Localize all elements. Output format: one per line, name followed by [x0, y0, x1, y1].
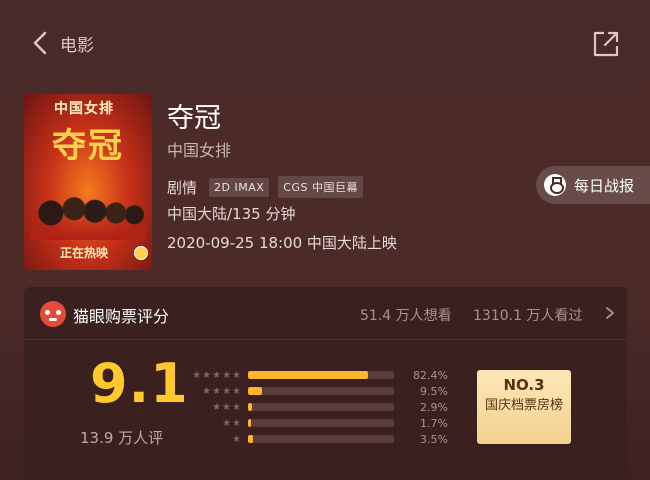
star-level: ★★★ — [212, 401, 242, 413]
distribution-bar — [248, 403, 253, 411]
distribution-bar-track — [248, 371, 394, 379]
rank-label: 国庆档票房榜 — [484, 398, 563, 413]
movie-region-duration: 中国大陆/135 分钟 — [167, 205, 296, 223]
daily-report-label: 每日战报 — [574, 176, 635, 195]
rating-card-title: 猫眼购票评分 — [73, 307, 170, 326]
distribution-percent: 82.4% — [413, 368, 448, 382]
daily-report-button[interactable]: 每日战报 — [536, 166, 650, 204]
distribution-percent: 3.5% — [420, 432, 448, 446]
box-office-rank-badge[interactable]: NO.3 国庆档票房榜 — [477, 370, 571, 444]
rank-number: NO.3 — [503, 376, 545, 394]
star-level: ★ — [232, 433, 242, 445]
distribution-percent: 2.9% — [420, 400, 448, 414]
movie-meta-row: 剧情 2D IMAX CGS 中国巨幕 — [167, 176, 372, 198]
distribution-bar-track — [248, 419, 394, 427]
distribution-bar — [248, 419, 251, 427]
distribution-bar-track — [248, 403, 394, 411]
rating-score: 9.1 — [90, 352, 189, 415]
rating-distribution-row: ★★★★★ 82.4% — [178, 368, 448, 382]
chevron-left-icon[interactable] — [30, 30, 52, 56]
star-level: ★★ — [222, 417, 242, 429]
movie-subtitle: 中国女排 — [167, 141, 232, 160]
poster-artwork — [30, 180, 146, 240]
medal-icon — [544, 174, 566, 196]
star-level: ★★★★ — [202, 385, 242, 397]
distribution-percent: 9.5% — [420, 384, 448, 398]
rating-distribution-row: ★★ 1.7% — [178, 416, 448, 430]
movie-release-date: 2020-09-25 18:00 中国大陆上映 — [167, 234, 397, 252]
poster-title: 夺冠 — [52, 126, 124, 166]
have-seen-count: 1310.1 万人看过 — [473, 308, 583, 324]
format-badge: 2D IMAX — [209, 177, 270, 197]
movie-poster[interactable]: 中国女排 夺冠 正在热映 — [24, 94, 152, 270]
distribution-bar — [248, 435, 254, 443]
rating-card-header[interactable]: 猫眼购票评分 51.4 万人想看 1310.1 万人看过 — [24, 287, 627, 340]
rating-count: 13.9 万人评 — [80, 429, 164, 447]
rating-distribution-row: ★★★ 2.9% — [178, 400, 448, 414]
share-icon[interactable] — [591, 29, 621, 59]
distribution-bar — [248, 371, 369, 379]
rating-distribution-row: ★★★★ 9.5% — [178, 384, 448, 398]
volleyball-icon — [134, 246, 148, 260]
distribution-bar-track — [248, 387, 394, 395]
maoyan-cat-icon — [40, 301, 66, 327]
top-nav: 电影 — [0, 0, 650, 86]
nav-title: 电影 — [60, 36, 94, 56]
distribution-percent: 1.7% — [420, 416, 448, 430]
distribution-bar — [248, 387, 262, 395]
star-level: ★★★★★ — [192, 369, 242, 381]
movie-title: 夺冠 — [167, 103, 221, 134]
poster-tagline: 中国女排 — [54, 101, 114, 117]
rating-distribution-row: ★ 3.5% — [178, 432, 448, 446]
format-badge: CGS 中国巨幕 — [278, 176, 363, 198]
chevron-right-icon[interactable] — [604, 306, 616, 320]
distribution-bar-track — [248, 435, 394, 443]
movie-genre: 剧情 — [167, 178, 198, 197]
poster-status: 正在热映 — [60, 246, 109, 260]
want-to-see-count: 51.4 万人想看 — [360, 308, 452, 324]
